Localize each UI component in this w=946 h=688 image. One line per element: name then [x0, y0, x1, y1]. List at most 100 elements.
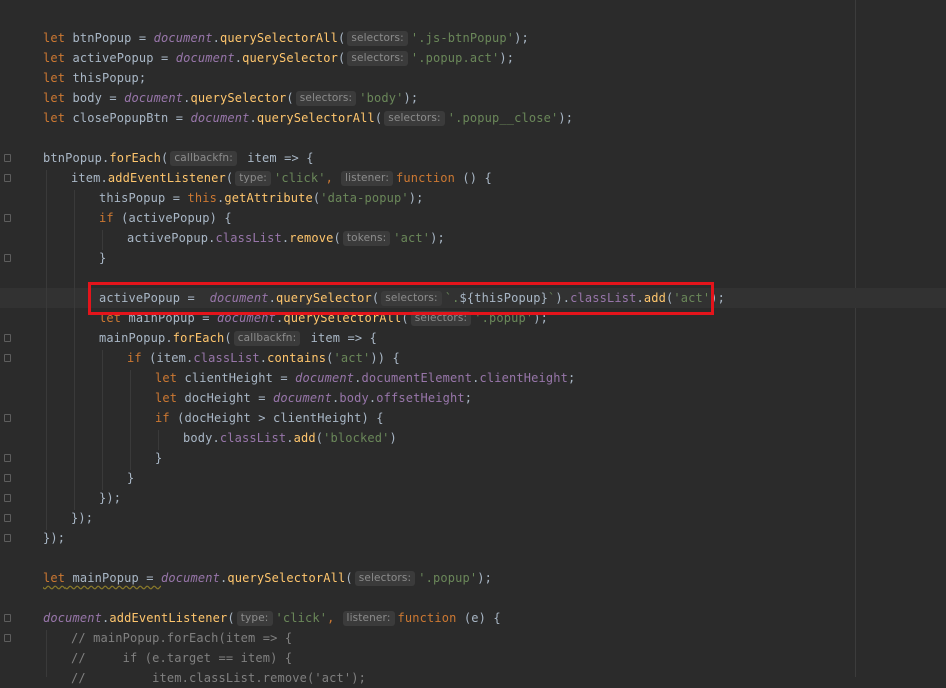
code-text: () { [455, 171, 492, 185]
code-line[interactable]: item.addEventListener(type:'click', liste… [71, 168, 492, 188]
code-text: . [249, 111, 257, 125]
global-object: document [273, 391, 332, 405]
code-text: thisPopup = [99, 191, 188, 205]
code-text: ( [374, 111, 383, 125]
code-line[interactable]: let btnPopup = document.querySelectorAll… [43, 28, 529, 48]
parameter-hint: type: [235, 171, 271, 186]
fold-marker-icon[interactable] [4, 254, 11, 262]
code-text: . [183, 91, 191, 105]
code-line[interactable]: document.addEventListener(type:'click', l… [43, 608, 501, 628]
parameter-hint: selectors: [347, 31, 408, 46]
code-line[interactable]: let thisPopup; [43, 68, 146, 88]
code-line[interactable]: let body = document.querySelector(select… [43, 88, 418, 108]
code-text: mainPopup. [99, 331, 173, 345]
code-text: }); [71, 511, 94, 525]
code-text: ); [430, 231, 445, 245]
fold-marker-icon[interactable] [4, 634, 11, 642]
method-name: querySelectorAll [256, 111, 375, 125]
code-line[interactable]: btnPopup.forEach(callbackfn: item => { [43, 148, 314, 168]
fold-marker-icon[interactable] [4, 454, 11, 462]
keyword: let [43, 51, 66, 65]
code-text: } [99, 251, 107, 265]
fold-marker-icon[interactable] [4, 474, 11, 482]
fold-marker-icon[interactable] [4, 514, 11, 522]
code-text: body = [65, 91, 125, 105]
code-text: btnPopup = [65, 31, 154, 45]
fold-marker-icon[interactable] [4, 614, 11, 622]
code-text: }); [43, 531, 66, 545]
keyword: let [155, 391, 178, 405]
code-text: thisPopup; [65, 71, 147, 85]
code-text: (item. [141, 351, 194, 365]
code-text: ); [514, 31, 529, 45]
code-line[interactable]: let mainPopup = document.querySelectorAl… [43, 568, 492, 588]
fold-marker-icon[interactable] [4, 174, 11, 182]
code-line[interactable]: activePopup.classList.remove(tokens:'act… [127, 228, 445, 248]
code-line[interactable]: mainPopup.forEach(callbackfn: item => { [99, 328, 377, 348]
string-literal: 'click' [274, 171, 326, 185]
parameter-hint: selectors: [347, 51, 408, 66]
fold-marker-icon[interactable] [4, 334, 11, 342]
code-line[interactable]: if (activePopup) { [99, 208, 232, 228]
code-text: closePopupBtn = [65, 111, 191, 125]
fold-marker-icon[interactable] [4, 534, 11, 542]
red-annotation-box [88, 282, 714, 315]
comment-text: // item.classList.remove('act'); [71, 671, 366, 685]
method-name: forEach [109, 151, 161, 165]
parameter-hint: selectors: [354, 571, 416, 586]
code-line[interactable]: let clientHeight = document.documentElem… [155, 368, 575, 388]
string-literal: '.popup.act' [410, 51, 500, 65]
parameter-hint: callbackfn: [170, 151, 237, 166]
code-line[interactable]: }); [43, 528, 65, 548]
code-text: ); [499, 51, 515, 65]
code-line[interactable]: if (docHeight > clientHeight) { [155, 408, 384, 428]
method-name: contains [267, 351, 327, 365]
global-object: document [153, 31, 213, 45]
code-line[interactable]: } [127, 468, 134, 488]
code-line[interactable]: let closePopupBtn = document.querySelect… [43, 108, 573, 128]
keyword: let [43, 571, 66, 585]
indent-guide [46, 630, 47, 677]
string-literal: '.popup__close' [447, 111, 559, 125]
code-line[interactable]: if (item.classList.contains('act')) { [127, 348, 400, 368]
code-text: item => { [303, 331, 378, 345]
method-name: forEach [172, 331, 225, 345]
code-line[interactable]: thisPopup = this.getAttribute('data-popu… [99, 188, 424, 208]
code-text: docHeight = [177, 391, 273, 405]
code-text: , [325, 171, 333, 185]
code-text: activePopup = [65, 51, 176, 65]
global-object: document [175, 51, 235, 65]
code-line[interactable]: } [99, 248, 106, 268]
fold-marker-icon[interactable] [4, 354, 11, 362]
code-line[interactable]: let activePopup = document.querySelector… [43, 48, 514, 68]
right-margin-guide [855, 0, 856, 677]
code-line[interactable]: let docHeight = document.body.offsetHeig… [155, 388, 472, 408]
method-name: querySelectorAll [220, 31, 338, 45]
code-line[interactable]: }); [99, 488, 121, 508]
code-editor[interactable]: let btnPopup = document.querySelectorAll… [0, 0, 946, 685]
fold-marker-icon[interactable] [4, 414, 11, 422]
unused-declaration-warning: let mainPopup = [43, 571, 161, 585]
code-text: item. [71, 171, 108, 185]
code-line[interactable]: }); [71, 508, 93, 528]
code-text: clientHeight = [177, 371, 296, 385]
property-name: classList [215, 231, 282, 245]
code-line[interactable]: body.classList.add('blocked') [183, 428, 397, 448]
global-object: document [190, 111, 250, 125]
method-name: getAttribute [224, 191, 313, 205]
method-name: addEventListener [107, 171, 226, 185]
code-text: ( [338, 31, 346, 45]
string-literal: 'body' [359, 91, 404, 105]
code-line[interactable]: // if (e.target == item) { [71, 648, 292, 668]
global-object: document [124, 91, 184, 105]
code-text: ( [286, 91, 294, 105]
fold-marker-icon[interactable] [4, 214, 11, 222]
code-line[interactable]: // item.classList.remove('act'); [71, 668, 366, 688]
fold-marker-icon[interactable] [4, 494, 11, 502]
code-text: activePopup. [127, 231, 216, 245]
fold-marker-icon[interactable] [4, 154, 11, 162]
property-name: body [339, 391, 369, 405]
code-line[interactable]: } [155, 448, 162, 468]
code-line[interactable]: // mainPopup.forEach(item => { [71, 628, 292, 648]
code-text: . [354, 371, 362, 385]
